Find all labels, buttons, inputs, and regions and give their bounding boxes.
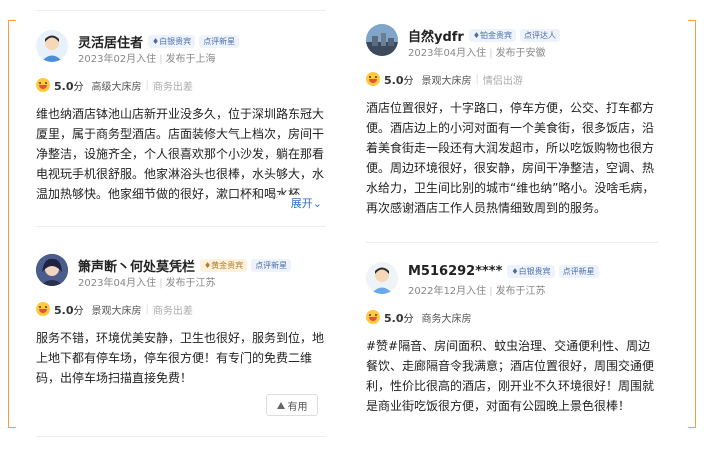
member-level-badge: ♦黄金贵宾 (200, 259, 248, 272)
review-text: 酒店位置很好，十字路口，停车方便，公交、打车都方便。酒店边上的小河对面有一个美食… (366, 101, 655, 215)
review-column-left: 灵活居住者 ♦白银贵宾 点评新星 2023年02月入住 | 发布于上海 5.0分 高… (36, 0, 326, 463)
rating-line: 5.0分 景观大床房 | 商务出差 (36, 300, 326, 318)
reviewer-name[interactable]: 自然ydfr (408, 26, 464, 45)
reviewer-title-badge: 点评新星 (251, 259, 292, 272)
review-text: 维也纳酒店钵池山店新开业没多久，位于深圳路东冠大厦里，属于商务型酒店。店面装修大… (36, 107, 325, 201)
smile-icon (366, 310, 380, 324)
top-divider (36, 10, 326, 11)
review-meta: 2023年04月入住 | 发布于江苏 (78, 278, 216, 289)
avatar[interactable] (36, 254, 68, 286)
reviewer-name[interactable]: M516292**** (408, 264, 502, 279)
smile-icon (36, 302, 50, 316)
trip-purpose: 商务出差 (152, 81, 193, 93)
rating-line: 5.0分 高级大床房 | 商务出差 (36, 76, 326, 94)
review-divider (36, 226, 326, 227)
reviewer-title-badge: 点评达人 (520, 29, 561, 42)
reviewer-title-badge: 点评新星 (558, 265, 599, 278)
review-card: 自然ydfr ♦铂金贵宾 点评达人 2023年04月入住 | 发布于安徽 5.0分 … (366, 24, 658, 218)
useful-button[interactable]: 有用 (266, 394, 318, 416)
bottom-divider (36, 436, 326, 437)
review-text: #赞#隔音、房间面积、蚊虫治理、交通便利性、周边餐饮、走廊隔音令我满意；酒店位置… (366, 339, 655, 413)
reviewer-title-badge: 点评新星 (199, 35, 240, 48)
reviewer-name[interactable]: 箫声断丶何处莫凭栏 (78, 256, 195, 275)
review-divider (366, 242, 658, 243)
avatar[interactable] (366, 262, 398, 294)
member-level-badge: ♦铂金贵宾 (468, 29, 517, 42)
chevron-down-icon: ⌄ (312, 197, 322, 210)
reviewer-name[interactable]: 灵活居住者 (78, 32, 143, 51)
avatar[interactable] (366, 24, 398, 56)
thumb-icon (276, 401, 285, 409)
review-meta: 2023年02月入住 | 发布于上海 (78, 54, 216, 65)
review-card: M516292**** ♦白银贵宾 点评新星 2022年12月入住 | 发布于江苏 … (366, 262, 658, 416)
room-type: 高级大床房 (91, 81, 142, 93)
right-frame-bracket (688, 20, 696, 428)
room-type: 景观大床房 (91, 305, 142, 317)
review-text: 服务不错，环境优美安静，卫生也很好，服务到位，地上地下都有停车场，停车很方便！有… (36, 331, 325, 385)
smile-icon (366, 72, 380, 86)
score: 5.0分 (54, 303, 84, 317)
trip-purpose: 商务出差 (152, 305, 193, 317)
review-meta: 2023年04月入住 | 发布于安徽 (408, 48, 546, 59)
trip-purpose: 情侣出游 (482, 75, 523, 87)
review-card: 箫声断丶何处莫凭栏 ♦黄金贵宾 点评新星 2023年04月入住 | 发布于江苏 5.… (36, 254, 326, 416)
smile-icon (36, 78, 50, 92)
diamond-icon: ♦ (472, 31, 481, 40)
room-type: 景观大床房 (421, 75, 472, 87)
diamond-icon: ♦ (511, 267, 519, 276)
left-frame-bracket (8, 20, 16, 428)
rating-line: 5.0分 商务大床房 (366, 308, 658, 326)
expand-button[interactable]: 展开⌄ (276, 195, 322, 211)
review-meta: 2022年12月入住 | 发布于江苏 (408, 286, 546, 297)
rating-line: 5.0分 景观大床房 | 情侣出游 (366, 70, 658, 88)
score: 5.0分 (54, 79, 84, 93)
review-column-right: 自然ydfr ♦铂金贵宾 点评达人 2023年04月入住 | 发布于安徽 5.0分 … (366, 0, 658, 463)
avatar[interactable] (36, 30, 68, 62)
score: 5.0分 (384, 311, 414, 325)
member-level-badge: ♦白银贵宾 (507, 265, 555, 278)
member-level-badge: ♦白银贵宾 (148, 35, 196, 48)
room-type: 商务大床房 (421, 313, 472, 325)
review-card: 灵活居住者 ♦白银贵宾 点评新星 2023年02月入住 | 发布于上海 5.0分 高… (36, 30, 326, 211)
score: 5.0分 (384, 73, 414, 87)
